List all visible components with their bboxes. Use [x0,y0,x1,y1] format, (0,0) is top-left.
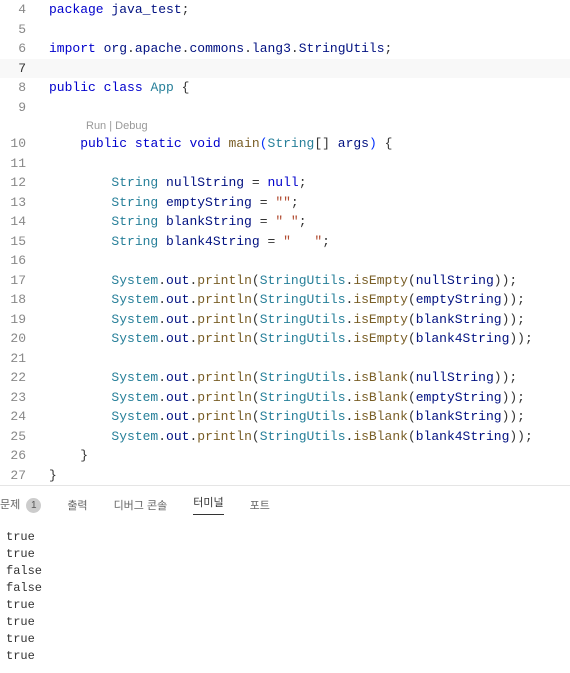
line-number: 27 [0,468,40,483]
codelens: Run | Debug [0,117,570,134]
terminal-line: false [6,580,564,597]
terminal-line: true [6,529,564,546]
code-line[interactable]: 10 public static void main(String[] args… [0,134,570,154]
code-line[interactable]: 11 [0,154,570,174]
code-line[interactable]: 27 } [0,466,570,486]
code-line[interactable]: 22 System.out.println(StringUtils.isBlan… [0,368,570,388]
tab-terminal[interactable]: 터미널 [193,494,223,515]
code-line[interactable]: 26 } [0,446,570,466]
tab-ports[interactable]: 포트 [250,497,270,513]
code-line[interactable]: 19 System.out.println(StringUtils.isEmpt… [0,310,570,330]
tab-problems[interactable]: 문제 1 [0,496,41,513]
code-line[interactable]: 16 [0,251,570,271]
line-number: 26 [0,448,40,463]
code-line[interactable]: 4 package java_test; [0,0,570,20]
terminal-line: true [6,546,564,563]
line-number: 11 [0,156,40,171]
line-number: 17 [0,273,40,288]
codelens-run[interactable]: Run [86,120,106,132]
terminal-line: true [6,614,564,631]
code-line[interactable]: 12 String nullString = null; [0,173,570,193]
line-number: 16 [0,253,40,268]
tab-debug-console[interactable]: 디버그 콘솔 [114,497,168,513]
codelens-debug[interactable]: Debug [115,120,147,132]
line-number: 6 [0,41,40,56]
code-line[interactable]: 13 String emptyString = ""; [0,193,570,213]
line-number: 18 [0,292,40,307]
line-number: 9 [0,100,40,115]
code-line[interactable]: 5 [0,20,570,40]
line-number: 22 [0,370,40,385]
line-number: 19 [0,312,40,327]
code-line[interactable]: 25 System.out.println(StringUtils.isBlan… [0,427,570,447]
code-line[interactable]: 9 [0,98,570,118]
line-number: 12 [0,175,40,190]
code-line[interactable]: 6 import org.apache.commons.lang3.String… [0,39,570,59]
code-line[interactable]: 17 System.out.println(StringUtils.isEmpt… [0,271,570,291]
terminal-output[interactable]: true true false false true true true tru… [0,521,570,673]
code-line[interactable]: 23 System.out.println(StringUtils.isBlan… [0,388,570,408]
terminal-line: false [6,563,564,580]
line-number: 14 [0,214,40,229]
line-number: 7 [0,61,40,76]
panel-tabs: 문제 1 출력 디버그 콘솔 터미널 포트 [0,485,570,521]
line-number: 8 [0,80,40,95]
line-number: 13 [0,195,40,210]
code-line[interactable]: 18 System.out.println(StringUtils.isEmpt… [0,290,570,310]
code-line[interactable]: 24 System.out.println(StringUtils.isBlan… [0,407,570,427]
code-line[interactable]: 7 [0,59,570,79]
tab-output[interactable]: 출력 [67,497,87,513]
code-line[interactable]: 21 [0,349,570,369]
line-number: 10 [0,136,40,151]
line-number: 5 [0,22,40,37]
problems-badge: 1 [26,498,41,513]
line-number: 21 [0,351,40,366]
code-line[interactable]: 8 public class App { [0,78,570,98]
line-number: 25 [0,429,40,444]
terminal-line: true [6,631,564,648]
line-number: 23 [0,390,40,405]
terminal-line: true [6,648,564,665]
code-line[interactable]: 14 String blankString = " "; [0,212,570,232]
code-line[interactable]: 15 String blank4String = " "; [0,232,570,252]
line-number: 24 [0,409,40,424]
terminal-line: true [6,597,564,614]
line-number: 15 [0,234,40,249]
code-editor[interactable]: 4 package java_test; 5 6 import org.apac… [0,0,570,485]
line-number: 4 [0,2,40,17]
code-line[interactable]: 20 System.out.println(StringUtils.isEmpt… [0,329,570,349]
line-number: 20 [0,331,40,346]
